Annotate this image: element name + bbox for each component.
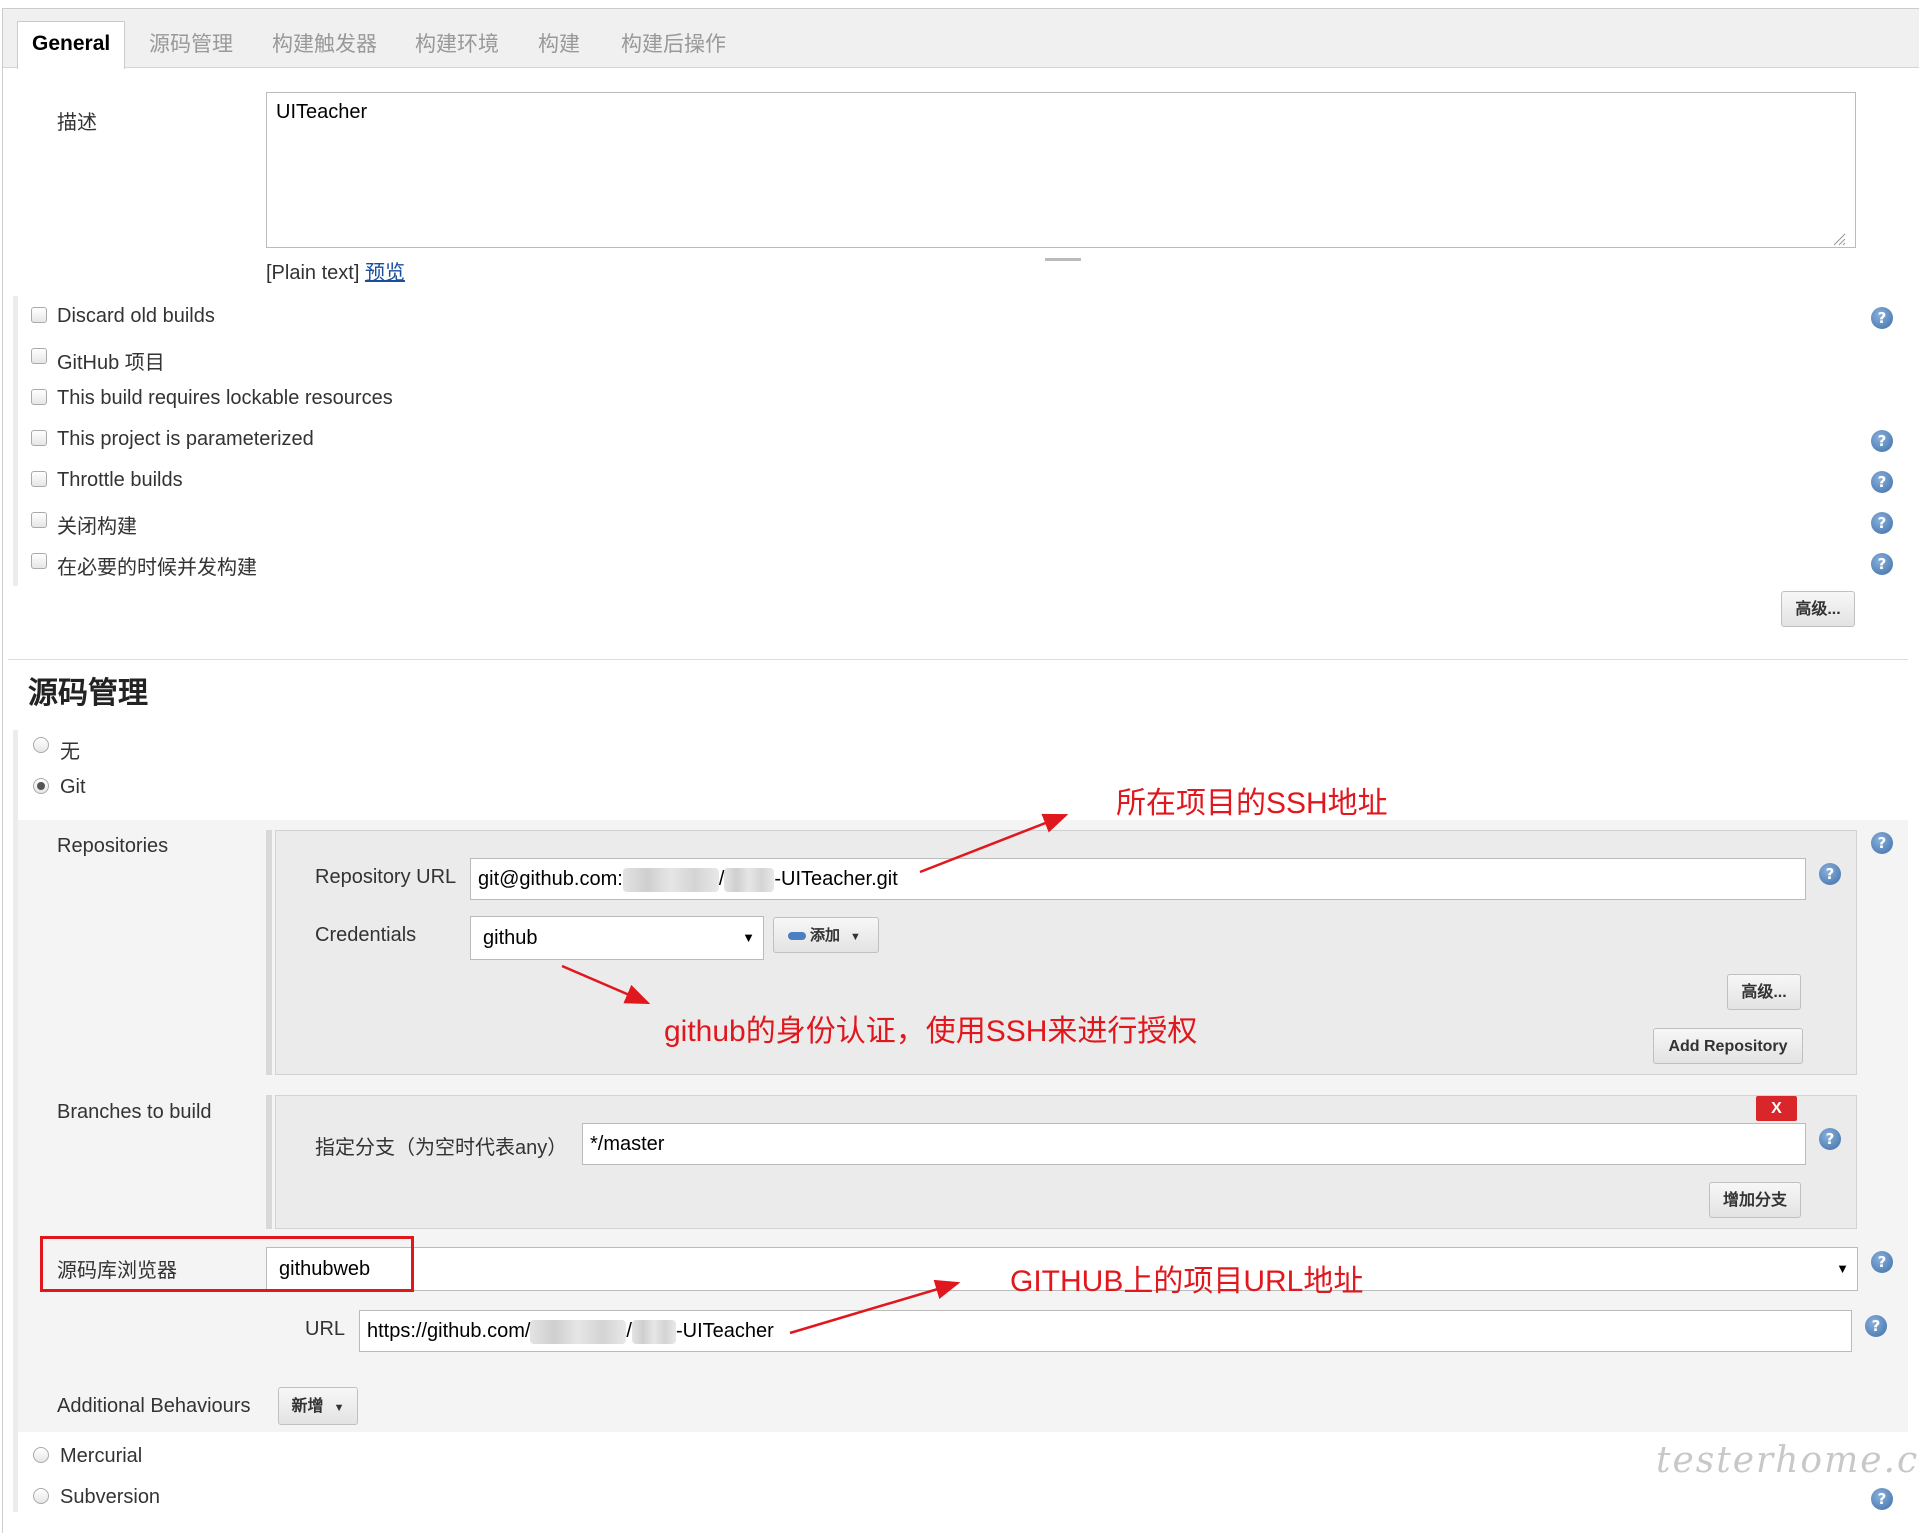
annotation-github-url: GITHUB上的项目URL地址	[1010, 1265, 1364, 1298]
annotation-credentials: github的身份认证，使用SSH来进行授权	[664, 1015, 1198, 1048]
arrow-ssh	[919, 813, 1069, 874]
watermark-logo: testerhome.com	[1656, 1440, 1920, 1481]
annotation-ssh: 所在项目的SSH地址	[1116, 787, 1388, 820]
annotation-arrows	[561, 813, 1069, 1335]
arrow-credentials	[561, 964, 651, 1005]
arrow-github-url	[789, 1279, 961, 1335]
